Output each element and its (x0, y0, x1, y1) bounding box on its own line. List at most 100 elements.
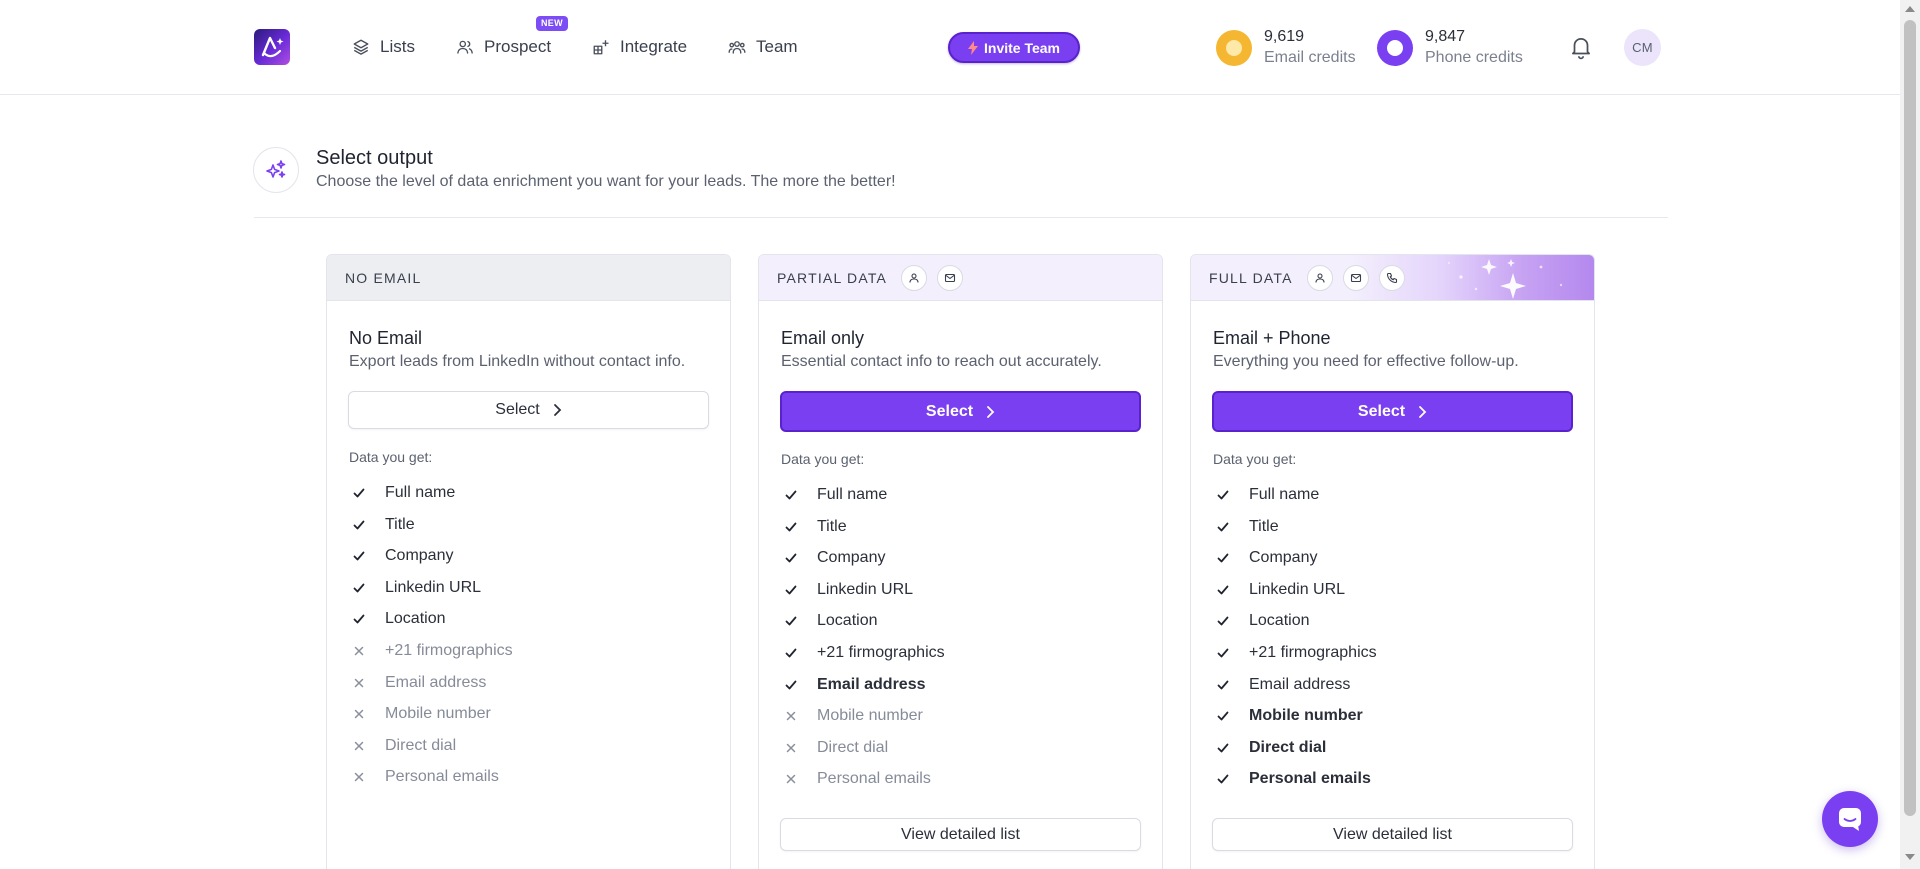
feature-row: Personal emails (351, 766, 499, 788)
chevron-right-icon (553, 404, 562, 416)
feature-label: Mobile number (385, 705, 491, 723)
feature-row: +21 firmographics (351, 640, 513, 662)
card-category: PARTIAL DATA (777, 269, 888, 286)
person-chip (1306, 264, 1333, 291)
new-badge: NEW (536, 16, 568, 31)
feature-row: +21 firmographics (1215, 642, 1377, 664)
email-credits-indicator-icon (1216, 30, 1252, 66)
phone-credits-value: 9,847 (1425, 28, 1466, 45)
nav-lists[interactable]: Lists (352, 36, 415, 58)
invite-team-label: Invite Team (984, 39, 1060, 56)
feature-row: Linkedin URL (783, 579, 913, 601)
check-icon (783, 582, 799, 598)
invite-team-button[interactable]: Invite Team (948, 32, 1080, 63)
feature-row: Full name (783, 484, 887, 506)
feature-label: Full name (385, 484, 456, 501)
select-full-data-button[interactable]: Select (1212, 391, 1573, 432)
feature-label: Full name (817, 486, 888, 503)
select-label: Select (925, 402, 974, 420)
scroll-thumb[interactable] (1904, 20, 1916, 816)
select-no-email-button[interactable]: Select (348, 391, 709, 429)
view-detailed-list-button[interactable]: View detailed list (780, 818, 1141, 851)
select-label: Select (495, 401, 540, 418)
card-title: Email + Phone (1213, 328, 1331, 348)
feature-label: Direct dial (817, 738, 889, 756)
nav-prospect[interactable]: Prospect (456, 36, 551, 58)
card-description: Essential contact info to reach out accu… (781, 353, 1102, 370)
check-icon (351, 580, 367, 596)
scroll-up-icon[interactable] (1905, 6, 1915, 12)
feature-label: Company (385, 547, 454, 565)
feature-row: Full name (351, 482, 455, 504)
nav-integrate[interactable]: Integrate (592, 36, 687, 58)
card-title: Email only (781, 328, 865, 348)
plan-card-no-email: NO EMAIL No Email Export leads from Link… (326, 254, 731, 869)
select-partial-data-button[interactable]: Select (780, 391, 1141, 432)
data-you-get-label: Data you get: (781, 451, 865, 467)
feature-row: Personal emails (1215, 768, 1371, 790)
feature-row: Personal emails (783, 768, 931, 790)
check-icon (1215, 740, 1231, 756)
feature-label: Email address (817, 675, 926, 693)
feature-label: Location (1249, 612, 1310, 630)
check-icon (1215, 613, 1231, 629)
feature-row: Email address (351, 672, 486, 694)
feature-label: Linkedin URL (385, 578, 482, 596)
chat-launcher-button[interactable] (1822, 791, 1878, 847)
data-you-get-label: Data you get: (349, 449, 433, 465)
sparkle-decoration-icon (1448, 259, 1563, 299)
feature-row: Email address (1215, 674, 1350, 696)
card-title: No Email (349, 328, 423, 348)
feature-label: Direct dial (1249, 738, 1327, 756)
phone-icon (1386, 272, 1397, 283)
check-icon (1215, 771, 1231, 787)
phone-credits: 9,847 Phone credits (1377, 27, 1523, 69)
cross-icon (351, 675, 367, 691)
card-header: FULL DATA (1191, 255, 1594, 301)
chat-icon (1839, 808, 1861, 831)
feature-row: Title (1215, 516, 1279, 538)
feature-label: Title (1249, 517, 1279, 535)
card-category: NO EMAIL (345, 269, 422, 286)
cross-icon (351, 643, 367, 659)
check-icon (351, 517, 367, 533)
feature-label: Title (385, 515, 415, 533)
page-scrollbar[interactable] (1900, 0, 1920, 869)
cross-icon (783, 740, 799, 756)
check-icon (1215, 677, 1231, 693)
notifications-button[interactable] (1568, 34, 1594, 65)
bell-icon (1572, 38, 1590, 60)
feature-row: Location (1215, 610, 1310, 632)
person-icon (1315, 272, 1325, 283)
check-icon (783, 487, 799, 503)
app-logo[interactable] (254, 29, 290, 65)
feature-row: Mobile number (1215, 705, 1363, 727)
scroll-down-icon[interactable] (1905, 854, 1915, 860)
view-detailed-list-button[interactable]: View detailed list (1212, 818, 1573, 851)
plan-card-partial-data: PARTIAL DATA Email only Essential contac… (758, 254, 1163, 869)
feature-row: Title (783, 516, 847, 538)
feature-label: +21 firmographics (817, 644, 945, 661)
feature-row: +21 firmographics (783, 642, 945, 664)
data-you-get-label: Data you get: (1213, 451, 1297, 467)
card-description: Export leads from LinkedIn without conta… (349, 353, 686, 370)
check-icon (1215, 550, 1231, 566)
email-credits-value: 9,619 (1264, 28, 1305, 45)
check-icon (351, 611, 367, 627)
chevron-right-icon (1419, 405, 1427, 418)
top-header: Lists Prospect NEW Integrate Team Invite… (0, 0, 1900, 95)
feature-label: Mobile number (1249, 707, 1363, 725)
team-icon (728, 41, 746, 54)
nav-team[interactable]: Team (728, 36, 798, 58)
feature-label: Personal emails (1249, 770, 1371, 788)
feature-label: +21 firmographics (1249, 644, 1377, 661)
feature-row: Company (351, 545, 453, 567)
feature-row: Title (351, 514, 415, 536)
feature-label: Location (385, 610, 446, 628)
feature-row: Linkedin URL (351, 577, 481, 599)
email-credits: 9,619 Email credits (1216, 27, 1356, 69)
check-icon (783, 677, 799, 693)
user-avatar[interactable]: CM (1624, 29, 1661, 66)
feature-label: Personal emails (385, 768, 499, 786)
card-header: PARTIAL DATA (759, 255, 1162, 301)
